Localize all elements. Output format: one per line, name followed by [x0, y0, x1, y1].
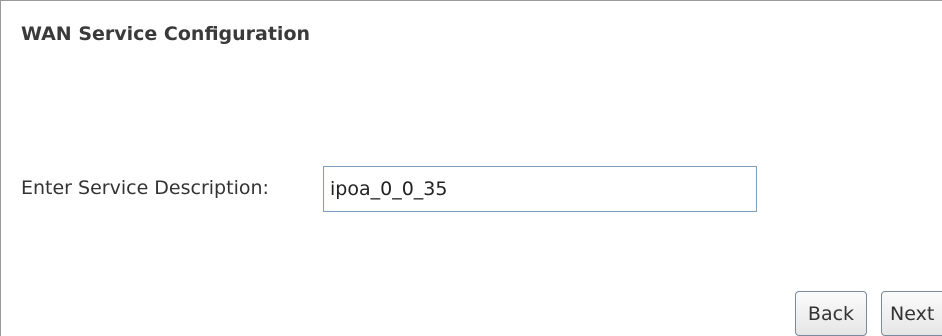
back-button[interactable]: Back [795, 291, 867, 336]
service-description-label: Enter Service Description: [21, 177, 269, 199]
config-panel: WAN Service Configuration Enter Service … [0, 0, 942, 336]
service-description-input[interactable] [323, 166, 757, 212]
next-button[interactable]: Next [881, 291, 942, 336]
page-title: WAN Service Configuration [21, 23, 311, 45]
